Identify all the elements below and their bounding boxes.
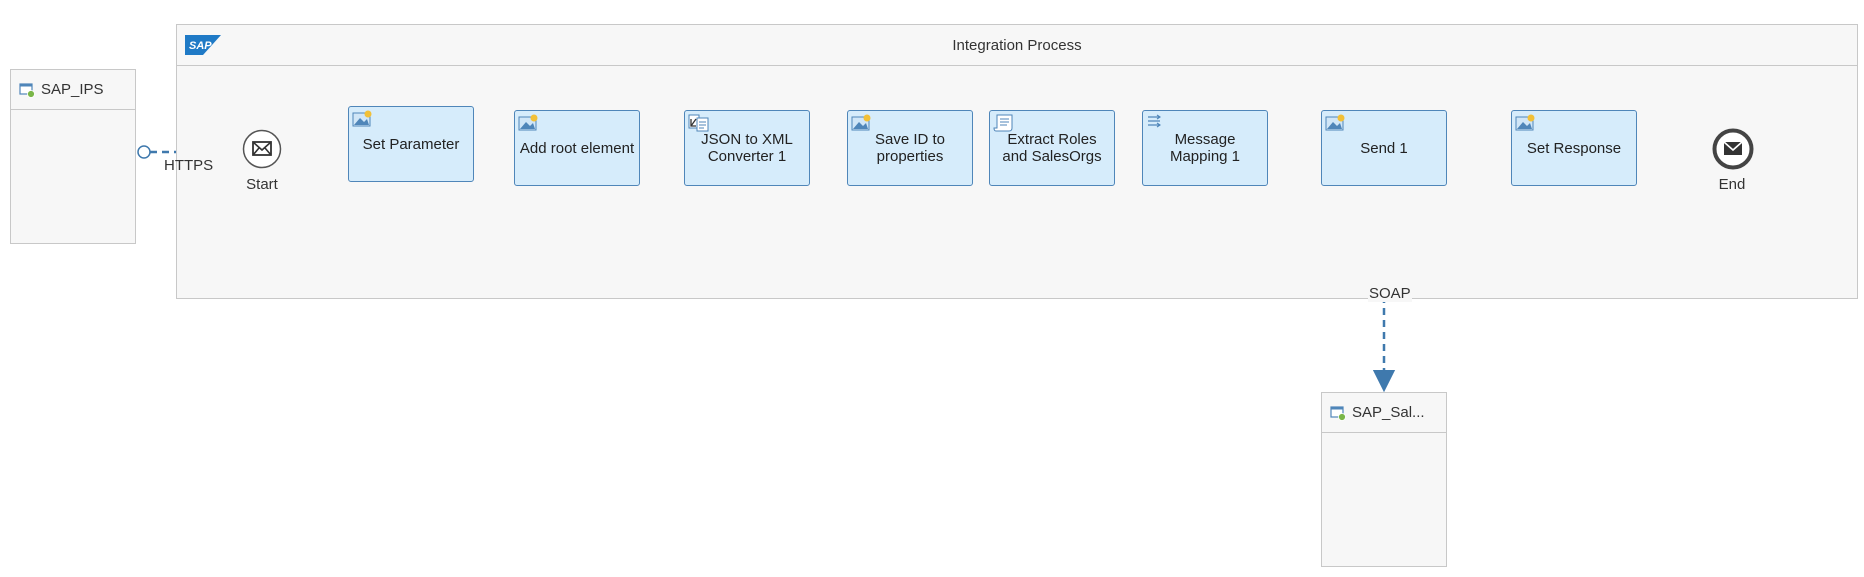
- sender-connector-circle[interactable]: [137, 145, 151, 159]
- envelope-icon: [242, 129, 282, 169]
- content-modifier-icon: [352, 110, 372, 127]
- step-save-id-to-properties[interactable]: Save ID to properties: [847, 110, 973, 186]
- content-modifier-icon: [851, 114, 871, 131]
- start-event[interactable]: [242, 129, 282, 169]
- pool-header: SAP Integration Process: [177, 25, 1857, 66]
- participant-name: SAP_Sal...: [1352, 404, 1425, 421]
- step-label: Set Response: [1526, 139, 1622, 157]
- participant-name: SAP_IPS: [41, 81, 104, 98]
- participant-header: SAP_Sal...: [1322, 393, 1446, 433]
- participant-header: SAP_IPS: [11, 70, 135, 110]
- end-event-label: End: [1718, 176, 1746, 193]
- participant-sap-sales[interactable]: SAP_Sal...: [1321, 392, 1447, 567]
- step-set-response[interactable]: Set Response: [1511, 110, 1637, 186]
- step-label: JSON to XML Converter 1: [701, 131, 793, 165]
- step-send-1[interactable]: Send 1: [1321, 110, 1447, 186]
- step-label: Send 1: [1360, 139, 1408, 157]
- step-message-mapping[interactable]: Message Mapping 1: [1142, 110, 1268, 186]
- mapping-icon: [1148, 114, 1161, 128]
- step-json-to-xml-converter[interactable]: JSON to XML Converter 1: [684, 110, 810, 186]
- step-label: Extract Roles and SalesOrgs: [1002, 131, 1102, 165]
- step-label: Add root element: [519, 139, 635, 157]
- start-event-label: Start: [246, 176, 278, 193]
- sender-adapter-label[interactable]: HTTPS: [163, 157, 214, 174]
- end-event[interactable]: [1712, 128, 1754, 170]
- step-add-root-element[interactable]: Add root element: [514, 110, 640, 186]
- step-label: Set Parameter: [362, 135, 460, 153]
- step-extract-roles-and-salesorgs[interactable]: Extract Roles and SalesOrgs: [989, 110, 1115, 186]
- content-modifier-icon: [518, 114, 538, 131]
- step-label: Message Mapping 1: [1169, 131, 1241, 165]
- pool-title: Integration Process: [952, 37, 1082, 54]
- content-modifier-icon: [1515, 114, 1535, 131]
- participant-sap-ips[interactable]: SAP_IPS: [10, 69, 136, 244]
- script-icon: [993, 114, 1013, 132]
- content-modifier-icon: [1325, 114, 1345, 131]
- step-label: Save ID to properties: [874, 131, 946, 165]
- receiver-adapter-label[interactable]: SOAP: [1368, 285, 1412, 302]
- participant-system-icon: [19, 82, 35, 98]
- step-set-parameter[interactable]: Set Parameter: [348, 106, 474, 182]
- converter-icon: [688, 114, 709, 132]
- participant-system-icon: [1330, 405, 1346, 421]
- envelope-filled-icon: [1712, 128, 1754, 170]
